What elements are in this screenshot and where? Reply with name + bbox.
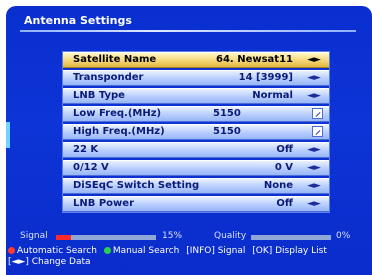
settings-menu: Satellite Name 64. Newsat11 ◄► Transpond… [62, 51, 330, 213]
red-button-icon [8, 247, 15, 254]
row-value: 5150 [213, 108, 241, 119]
left-right-arrows-icon[interactable]: ◄► [303, 145, 325, 156]
menu-row-high-freq[interactable]: High Freq.(MHz) 5150 [63, 124, 329, 140]
quality-percent: 0% [336, 231, 351, 241]
row-label: DiSEqC Switch Setting [73, 180, 200, 191]
row-label: LNB Power [73, 198, 134, 209]
row-value: 14 [3999] [238, 72, 293, 83]
menu-row-low-freq[interactable]: Low Freq.(MHz) 5150 [63, 106, 329, 122]
row-value: None [263, 180, 293, 191]
auto-search-hint[interactable]: Automatic Search [17, 246, 97, 256]
menu-row-satellite-name[interactable]: Satellite Name 64. Newsat11 ◄► [63, 52, 329, 68]
row-label: Low Freq.(MHz) [73, 108, 162, 119]
row-label: LNB Type [73, 90, 125, 101]
edit-icon[interactable] [312, 108, 323, 119]
osd-screen: Antenna Settings Satellite Name 64. News… [6, 6, 372, 275]
row-label: High Freq.(MHz) [73, 126, 165, 137]
menu-row-lnb-power[interactable]: LNB Power Off ◄► [63, 196, 329, 212]
left-right-arrows-icon[interactable]: ◄► [303, 199, 325, 210]
edge-marker [6, 122, 10, 148]
left-right-arrows-icon[interactable]: ◄► [303, 55, 325, 66]
left-right-arrows-icon[interactable]: ◄► [303, 163, 325, 174]
hint-line-2: [◄►] Change Data [8, 257, 91, 267]
info-signal-hint[interactable]: [INFO] Signal [186, 246, 245, 256]
change-data-hint[interactable]: [◄►] Change Data [8, 257, 91, 267]
menu-row-0-12v[interactable]: 0/12 V 0 V ◄► [63, 160, 329, 176]
quality-bar [251, 235, 331, 240]
menu-row-transponder[interactable]: Transponder 14 [3999] ◄► [63, 70, 329, 86]
row-value: 0 V [274, 162, 293, 173]
page-title: Antenna Settings [24, 14, 132, 27]
signal-bar-fill [56, 235, 71, 240]
row-value: Normal [252, 90, 293, 101]
row-value: 64. Newsat11 [216, 54, 293, 65]
hint-line-1: Automatic Search Manual Search [INFO] Si… [8, 246, 327, 256]
signal-label: Signal [20, 231, 48, 241]
left-right-arrows-icon[interactable]: ◄► [303, 73, 325, 84]
row-value: Off [276, 198, 293, 209]
signal-bar [56, 235, 156, 240]
menu-row-22k[interactable]: 22 K Off ◄► [63, 142, 329, 158]
manual-search-hint[interactable]: Manual Search [113, 246, 180, 256]
row-label: 22 K [73, 144, 99, 155]
left-right-arrows-icon[interactable]: ◄► [303, 91, 325, 102]
menu-row-diseqc[interactable]: DiSEqC Switch Setting None ◄► [63, 178, 329, 194]
menu-row-lnb-type[interactable]: LNB Type Normal ◄► [63, 88, 329, 104]
row-value: 5150 [213, 126, 241, 137]
row-label: Satellite Name [73, 54, 157, 65]
row-label: Transponder [73, 72, 144, 83]
title-divider [20, 30, 356, 32]
ok-display-list-hint[interactable]: [OK] Display List [252, 246, 327, 256]
left-right-arrows-icon[interactable]: ◄► [303, 181, 325, 192]
quality-label: Quality [214, 231, 247, 241]
edit-icon[interactable] [312, 126, 323, 137]
row-label: 0/12 V [73, 162, 109, 173]
green-button-icon [103, 247, 111, 254]
signal-percent: 15% [162, 231, 183, 241]
row-value: Off [276, 144, 293, 155]
